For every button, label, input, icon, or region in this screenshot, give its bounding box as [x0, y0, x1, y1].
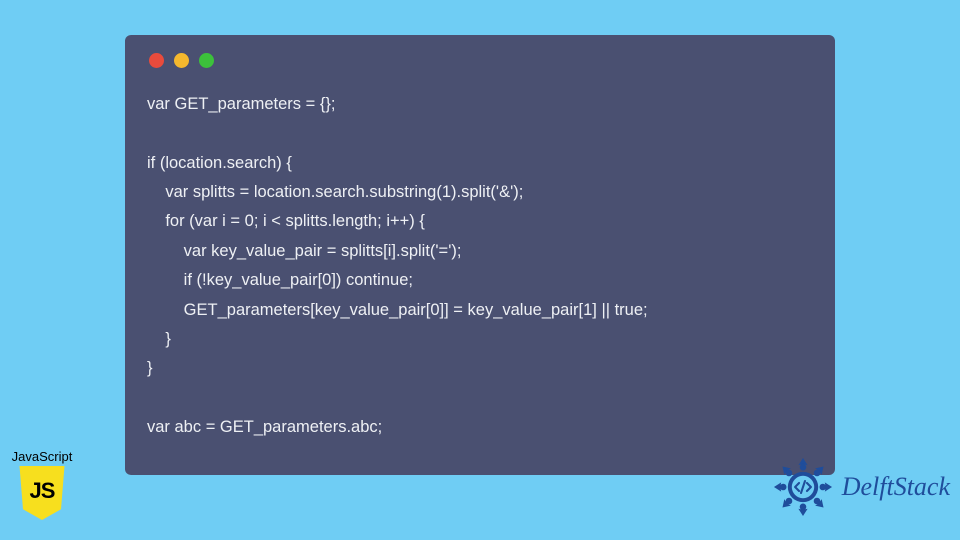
close-icon[interactable]: [149, 53, 164, 68]
delftstack-emblem-icon: [770, 454, 836, 520]
code-block: var GET_parameters = {}; if (location.se…: [147, 90, 813, 442]
delftstack-name: DelftStack: [842, 472, 950, 502]
javascript-shield-icon: JS: [17, 466, 67, 520]
code-window: var GET_parameters = {}; if (location.se…: [125, 35, 835, 475]
javascript-label: JavaScript: [4, 449, 80, 464]
delftstack-logo: DelftStack: [770, 454, 950, 520]
javascript-badge: JavaScript JS: [4, 449, 80, 520]
window-traffic-lights: [149, 53, 813, 68]
minimize-icon[interactable]: [174, 53, 189, 68]
maximize-icon[interactable]: [199, 53, 214, 68]
javascript-shield-text: JS: [30, 478, 55, 504]
